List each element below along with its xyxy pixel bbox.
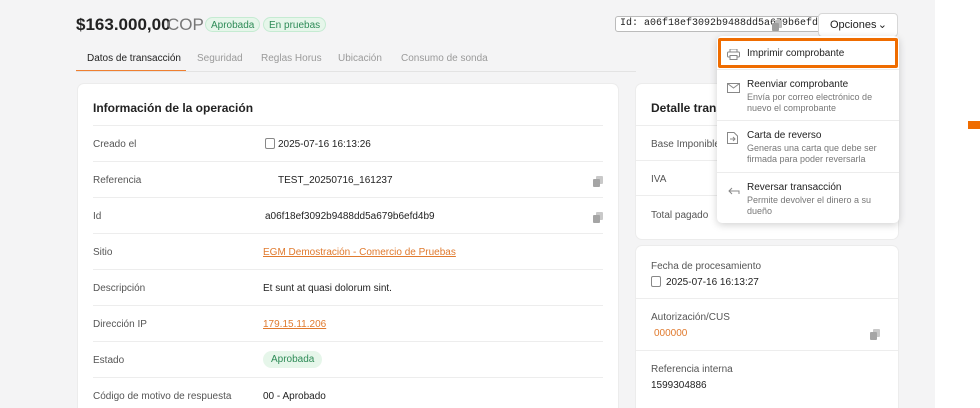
menu-item-description: Generas una carta que debe ser firmada p… (747, 143, 877, 164)
printer-icon (727, 47, 740, 60)
row-description: Descripción Et sunt at quasi dolorum sin… (93, 269, 603, 305)
options-button[interactable]: Opciones ⌄ (818, 13, 898, 37)
tab-reglas-horus[interactable]: Reglas Horus (261, 53, 322, 64)
right-gutter (935, 0, 980, 408)
processing-date-label: Fecha de procesamiento (651, 261, 762, 272)
menu-item-title: Reenviar comprobante (747, 79, 849, 90)
row-label: Estado (93, 355, 125, 366)
divider (636, 350, 898, 351)
row-site: Sitio EGM Demostración - Comercio de Pru… (93, 233, 603, 269)
calendar-icon (651, 276, 661, 287)
ip-link[interactable]: 179.15.11.206 (263, 319, 326, 330)
menu-item-description: Envía por correo electrónico de nuevo el… (747, 92, 873, 113)
chevron-down-icon: ⌄ (877, 19, 887, 31)
divider (636, 298, 898, 299)
menu-item-reversal-letter[interactable]: Carta de reverso Generas una carta que d… (717, 120, 899, 172)
tab-datos-transaccion[interactable]: Datos de transacción (87, 53, 181, 64)
status-badge: Aprobada (205, 17, 261, 32)
options-menu: Imprimir comprobante Reenviar comprobant… (717, 36, 899, 223)
menu-item-title: Carta de reverso (747, 130, 822, 141)
row-label: Creado el (93, 139, 137, 150)
tabs-bar: Datos de transacción Seguridad Reglas Ho… (76, 46, 636, 72)
menu-item-title: Imprimir comprobante (747, 48, 845, 59)
document-icon (727, 131, 740, 144)
row-response-code: Código de motivo de respuesta 00 - Aprob… (93, 377, 603, 408)
processing-card: Fecha de procesamiento 2025-07-16 16:13:… (636, 246, 898, 408)
row-label: Descripción (93, 283, 146, 294)
menu-item-resend[interactable]: Reenviar comprobante Envía por correo el… (717, 69, 899, 120)
authorization-label: Autorización/CUS (651, 312, 730, 323)
authorization-value: 000000 (654, 328, 688, 339)
row-label: Sitio (93, 247, 113, 258)
test-mode-badge: En pruebas (263, 17, 327, 32)
tab-ubicacion[interactable]: Ubicación (338, 53, 382, 64)
copy-icon[interactable] (870, 327, 880, 345)
transaction-amount: $163.000,00 (76, 15, 171, 34)
row-created: Creado el 2025-07-16 16:13:26 (93, 125, 603, 161)
copy-icon[interactable] (772, 18, 782, 31)
copy-icon[interactable] (593, 210, 603, 228)
tabs-divider (76, 71, 636, 72)
menu-item-description: Permite devolver el dinero a su dueño (747, 195, 872, 216)
copy-icon[interactable] (593, 174, 603, 192)
menu-item-print[interactable]: Imprimir comprobante (717, 36, 899, 69)
row-label: Id (93, 211, 102, 222)
operation-info-card: Información de la operación Creado el 20… (78, 84, 618, 408)
row-status: Estado Aprobada (93, 341, 603, 377)
row-label: Referencia (93, 175, 142, 186)
transaction-header: $163.000,00 COP Aprobada En pruebas Id: … (76, 12, 899, 38)
row-reference: Referencia TEST_20250716_161237 (93, 161, 603, 197)
internal-reference-label: Referencia interna (651, 364, 733, 375)
row-value: 2025-07-16 16:13:26 (278, 139, 371, 150)
menu-item-reverse[interactable]: Reversar transacción Permite devolver el… (717, 172, 899, 223)
operation-info-title: Información de la operación (93, 101, 254, 115)
tab-consumo-sonda[interactable]: Consumo de sonda (401, 53, 488, 64)
row-value: a06f18ef3092b9488dd5a679b6efd4b9 (265, 211, 435, 222)
row-ip: Dirección IP 179.15.11.206 (93, 305, 603, 341)
row-value: Et sunt at quasi dolorum sint. (263, 283, 392, 294)
row-label: Dirección IP (93, 319, 147, 330)
row-value: 00 - Aprobado (263, 391, 326, 402)
tab-seguridad[interactable]: Seguridad (197, 53, 243, 64)
site-link[interactable]: EGM Demostración - Comercio de Pruebas (263, 247, 456, 258)
processing-date-value: 2025-07-16 16:13:27 (666, 277, 759, 288)
row-id: Id a06f18ef3092b9488dd5a679b6efd4b9 (93, 197, 603, 233)
internal-reference-value: 1599304886 (651, 380, 707, 391)
reverse-arrow-icon (727, 183, 740, 195)
calendar-icon (265, 138, 275, 149)
row-label: Código de motivo de respuesta (93, 391, 232, 402)
edge-marker (968, 121, 980, 129)
options-button-label: Opciones (830, 19, 877, 31)
transaction-page: $163.000,00 COP Aprobada En pruebas Id: … (0, 0, 935, 408)
row-value: TEST_20250716_161237 (278, 175, 393, 186)
menu-item-title: Reversar transacción (747, 182, 842, 193)
transaction-currency: COP (167, 15, 204, 34)
transaction-id-chip: Id: a06f18ef3092b9488dd5a679b6efd4b9 (615, 16, 842, 32)
mail-icon (727, 80, 740, 93)
status-pill: Aprobada (263, 351, 323, 368)
